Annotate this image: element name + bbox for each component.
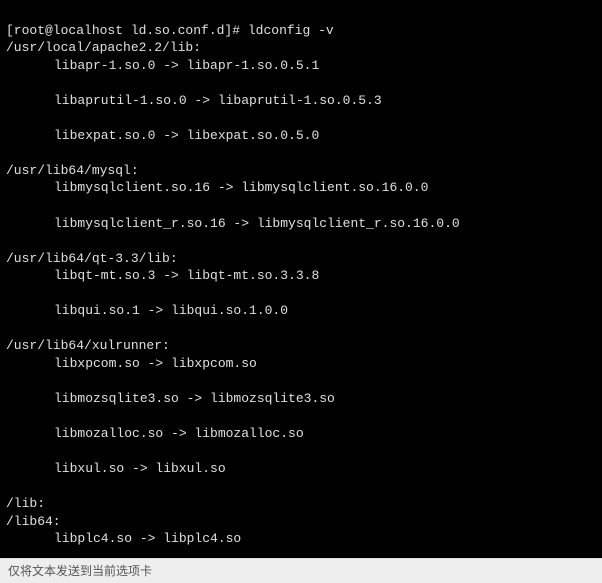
library-mapping-line: libqui.so.1 -> libqui.so.1.0.0 [6, 302, 596, 320]
library-mapping-line: libmysqlclient_r.so.16 -> libmysqlclient… [6, 215, 596, 233]
library-mapping-line: libaprutil-1.so.0 -> libaprutil-1.so.0.5… [6, 92, 596, 110]
library-mapping-line: libmozalloc.so -> libmozalloc.so [6, 425, 596, 443]
library-mapping-line: libqt-mt.so.3 -> libqt-mt.so.3.3.8 [6, 267, 596, 285]
directory-line: /usr/lib64/qt-3.3/lib: [6, 251, 178, 266]
status-bar: 仅将文本发送到当前选项卡 [0, 558, 602, 583]
shell-prompt: [root@localhost ld.so.conf.d]# [6, 23, 240, 38]
shell-command: ldconfig -v [248, 23, 334, 38]
library-mapping-line: libmysqlclient.so.16 -> libmysqlclient.s… [6, 179, 596, 197]
ldconfig-output: /usr/local/apache2.2/lib: libapr-1.so.0 … [6, 39, 596, 558]
library-mapping-line: libxul.so -> libxul.so [6, 460, 596, 478]
directory-line: /usr/lib64/xulrunner: [6, 338, 170, 353]
directory-line: /lib: [6, 496, 45, 511]
library-mapping-line: libmozsqlite3.so -> libmozsqlite3.so [6, 390, 596, 408]
library-mapping-line: libplc4.so -> libplc4.so [6, 530, 596, 548]
library-mapping-line: libxpcom.so -> libxpcom.so [6, 355, 596, 373]
directory-line: /lib64: [6, 514, 61, 529]
terminal-output[interactable]: [root@localhost ld.so.conf.d]# ldconfig … [0, 0, 602, 558]
status-text: 仅将文本发送到当前选项卡 [8, 564, 152, 578]
library-mapping-line: libexpat.so.0 -> libexpat.so.0.5.0 [6, 127, 596, 145]
library-mapping-line: libapr-1.so.0 -> libapr-1.so.0.5.1 [6, 57, 596, 75]
directory-line: /usr/local/apache2.2/lib: [6, 40, 201, 55]
directory-line: /usr/lib64/mysql: [6, 163, 139, 178]
